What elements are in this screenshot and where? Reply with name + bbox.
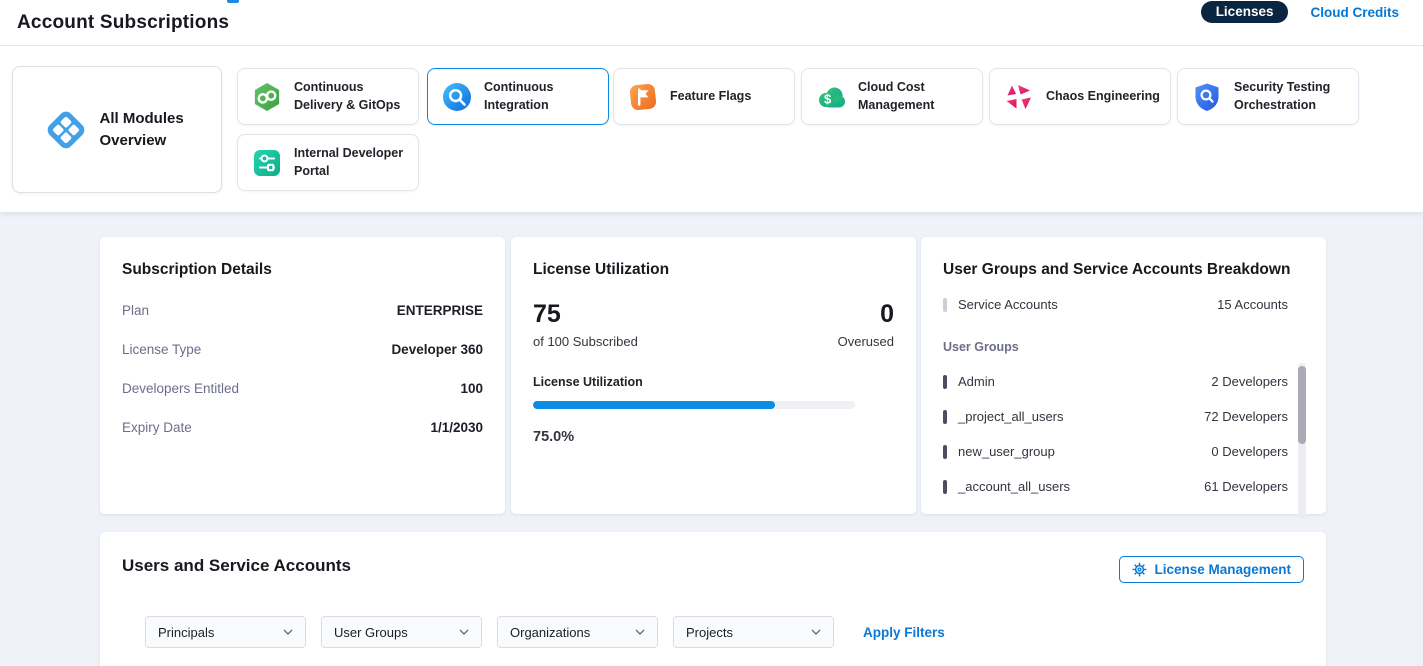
breakdown-card: User Groups and Service Accounts Breakdo… [921,237,1326,514]
service-accounts-row: Service Accounts 15 Accounts [943,297,1304,312]
detail-row: Developers Entitled 100 [122,381,483,396]
organizations-dropdown[interactable]: Organizations [497,616,658,648]
licenses-overused-value: 0 [838,301,894,329]
user-group-row: _account_all_users 61 Developers [943,479,1304,494]
principals-dropdown[interactable]: Principals [145,616,306,648]
licenses-used-block: 75 of 100 Subscribed [533,301,638,349]
group-marker [943,480,947,494]
detail-row: License Type Developer 360 [122,342,483,357]
utilization-bar-label: License Utilization [533,375,894,389]
internal-developer-portal-icon [251,147,283,179]
user-group-row: new_user_group 0 Developers [943,444,1304,459]
license-utilization-card: License Utilization 75 of 100 Subscribed… [511,237,916,514]
all-modules-overview-tile[interactable]: All Modules Overview [12,66,222,193]
utilization-bar-fill [533,401,775,409]
subscription-details-title: Subscription Details [122,261,483,279]
user-groups-heading: User Groups [943,340,1304,354]
ci-icon [441,81,473,113]
users-section-title: Users and Service Accounts [122,556,351,576]
group-marker [943,445,947,459]
user-group-row: Admin 2 Developers [943,374,1304,389]
module-tile-security-testing[interactable]: Security Testing Orchestration [1177,68,1359,125]
feature-flags-icon [627,81,659,113]
header-actions: Licenses Cloud Credits [1201,0,1399,24]
utilization-bar-track [533,401,855,409]
security-testing-icon [1191,81,1223,113]
projects-dropdown[interactable]: Projects [673,616,834,648]
licenses-used-caption: of 100 Subscribed [533,334,638,349]
cloud-cost-icon: $ [815,81,847,113]
all-modules-overview-label: All Modules Overview [100,108,192,152]
module-tile-continuous-delivery[interactable]: Continuous Delivery & GitOps [237,68,419,125]
all-modules-icon [43,107,89,153]
user-groups-list: Admin 2 Developers _project_all_users 72… [943,374,1304,494]
users-service-accounts-card: Users and Service Accounts [100,532,1326,666]
group-marker [943,375,947,389]
cd-gitops-icon [251,81,283,113]
license-utilization-title: License Utilization [533,261,894,279]
main-content: Subscription Details Plan ENTERPRISE Lic… [0,212,1423,666]
page-header: Account Subscriptions Licenses Cloud Cre… [0,0,1423,46]
module-tile-label: Feature Flags [670,88,757,106]
module-tile-label: Internal Developer Portal [294,145,418,180]
module-tile-feature-flags[interactable]: Feature Flags [613,68,795,125]
chaos-engineering-icon [1003,81,1035,113]
module-tile-label: Chaos Engineering [1046,88,1166,106]
breakdown-title: User Groups and Service Accounts Breakdo… [943,261,1304,279]
licenses-tab[interactable]: Licenses [1201,1,1289,23]
clipped-nav-indicator [227,0,239,3]
user-groups-dropdown[interactable]: User Groups [321,616,482,648]
service-accounts-marker [943,298,947,312]
subscription-details-card: Subscription Details Plan ENTERPRISE Lic… [100,237,505,514]
chevron-down-icon [811,629,821,635]
licenses-used-value: 75 [533,301,638,329]
user-group-row: _project_all_users 72 Developers [943,409,1304,424]
license-management-button[interactable]: License Management [1119,556,1304,583]
chevron-down-icon [283,629,293,635]
gear-icon [1132,562,1147,577]
module-tile-label: Continuous Delivery & GitOps [294,79,418,114]
page-title: Account Subscriptions [17,12,229,34]
apply-filters-link[interactable]: Apply Filters [863,625,945,640]
module-tile-cloud-cost[interactable]: $ Cloud Cost Management [801,68,983,125]
group-marker [943,410,947,424]
module-tile-label: Continuous Integration [484,79,608,114]
detail-row: Plan ENTERPRISE [122,303,483,318]
licenses-overused-caption: Overused [838,334,894,349]
licenses-overused-block: 0 Overused [838,301,894,349]
module-tile-chaos-engineering[interactable]: Chaos Engineering [989,68,1171,125]
chevron-down-icon [459,629,469,635]
module-tile-internal-developer-portal[interactable]: Internal Developer Portal [237,134,419,191]
svg-text:$: $ [824,91,832,106]
utilization-percent: 75.0% [533,429,894,445]
module-tile-label: Security Testing Orchestration [1234,79,1358,114]
module-strip: All Modules Overview Continuous Delivery… [0,46,1423,212]
breakdown-scrollbar[interactable] [1298,363,1306,519]
chevron-down-icon [635,629,645,635]
breakdown-scrollbar-thumb[interactable] [1298,366,1306,444]
module-tile-continuous-integration[interactable]: Continuous Integration [427,68,609,125]
module-tile-label: Cloud Cost Management [858,79,982,114]
detail-row: Expiry Date 1/1/2030 [122,420,483,435]
cloud-credits-tab[interactable]: Cloud Credits [1310,5,1399,20]
filters-row: Principals User Groups Organizations Pro… [145,616,1304,648]
